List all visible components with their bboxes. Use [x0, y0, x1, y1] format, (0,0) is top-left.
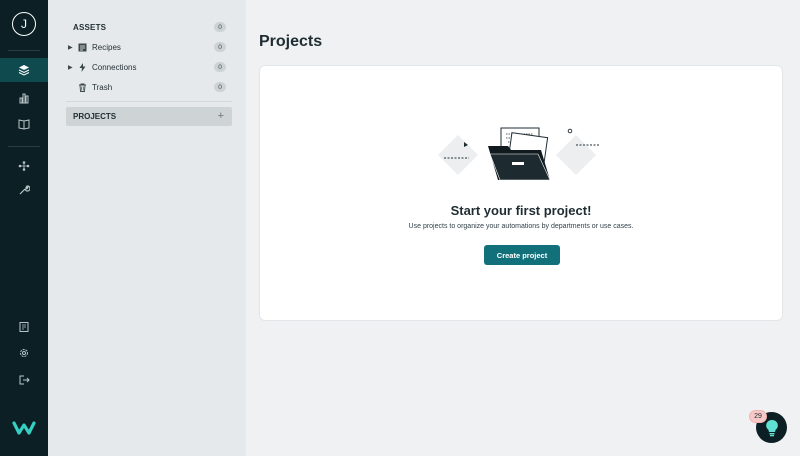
connections-count-badge: 0 [214, 62, 226, 72]
nav-logout[interactable] [0, 368, 48, 392]
trash-count-badge: 0 [214, 82, 226, 92]
nav-dashboard[interactable] [0, 86, 48, 110]
recipe-icon [78, 43, 87, 51]
sidebar-item-label: Trash [92, 82, 113, 92]
app-rail: J [0, 0, 48, 456]
layers-icon [18, 65, 30, 76]
empty-state-subtitle: Use projects to organize your automation… [408, 223, 634, 230]
bar-chart-icon [19, 93, 29, 104]
recipes-count-badge: 0 [214, 42, 226, 52]
sidebar-divider [66, 101, 232, 102]
create-project-button[interactable]: Create project [484, 245, 560, 265]
lightning-icon [79, 62, 86, 72]
network-icon [18, 161, 30, 171]
wrench-icon [19, 185, 30, 195]
document-list-icon [19, 322, 29, 332]
empty-state-card: Start your first project! Use projects t… [259, 65, 783, 321]
sidebar-item-label: Connections [92, 62, 137, 72]
sidebar-item-label: Recipes [92, 42, 121, 52]
trash-icon [79, 83, 86, 92]
nav-assets[interactable] [0, 58, 48, 82]
sidebar-item-recipes[interactable]: ▶ Recipes [68, 40, 121, 54]
book-icon [18, 119, 30, 130]
nav-reports[interactable] [0, 315, 48, 339]
nav-docs[interactable] [0, 112, 48, 136]
sidebar-item-connections[interactable]: ▶ Connections [68, 60, 136, 74]
user-avatar[interactable]: J [12, 12, 36, 36]
lightbulb-icon [765, 419, 778, 436]
assets-header[interactable]: ASSETS [73, 23, 106, 32]
notification-badge: 29 [749, 410, 767, 423]
projects-label: PROJECTS [73, 112, 117, 121]
rail-divider [8, 146, 40, 147]
nav-settings[interactable] [0, 341, 48, 365]
workato-logo[interactable] [12, 418, 36, 438]
projects-section[interactable]: PROJECTS + [66, 107, 232, 126]
folder-illustration [438, 127, 600, 181]
caret-right-icon[interactable]: ▶ [68, 44, 78, 51]
empty-state-title: Start your first project! [450, 203, 592, 218]
logout-icon [19, 375, 30, 385]
add-project-icon[interactable]: + [218, 110, 224, 122]
nav-platform[interactable] [0, 154, 48, 178]
rail-divider [8, 50, 40, 51]
sidebar-item-trash[interactable]: Trash [68, 80, 112, 94]
nav-tools[interactable] [0, 178, 48, 202]
assets-sidebar: ASSETS 0 ▶ Recipes 0 ▶ Connections 0 Tra… [48, 0, 246, 456]
assets-count-badge: 0 [214, 22, 226, 32]
gear-icon [20, 349, 28, 357]
caret-right-icon[interactable]: ▶ [68, 64, 78, 71]
page-title: Projects [259, 33, 323, 50]
